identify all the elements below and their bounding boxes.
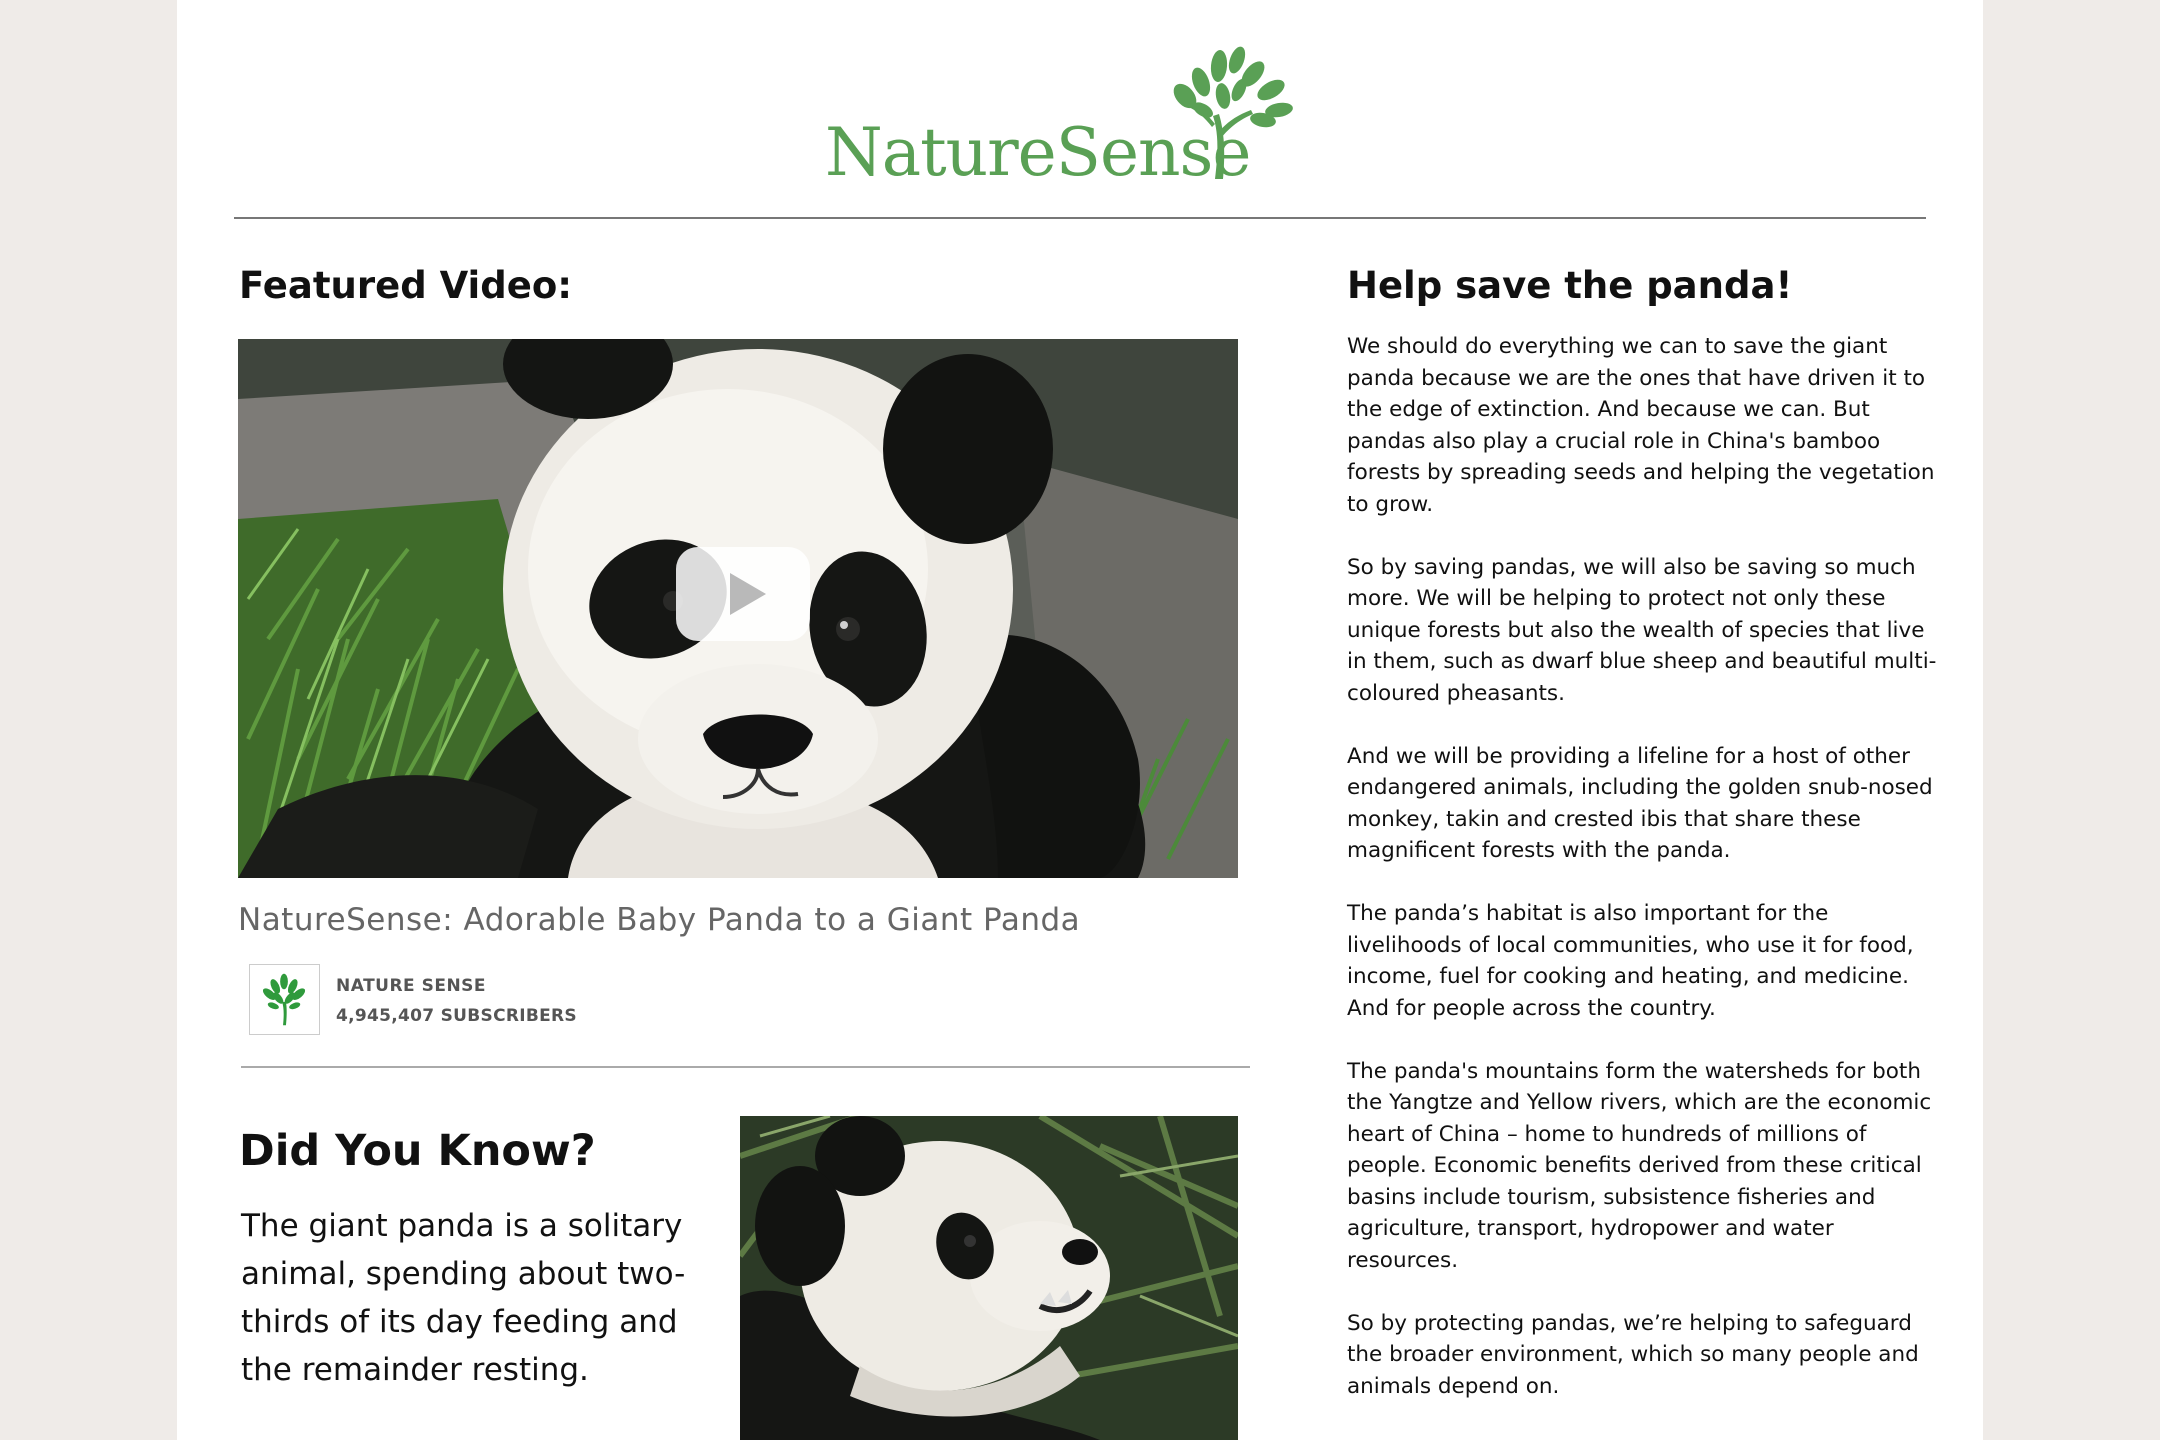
help-save-heading: Help save the panda! <box>1347 264 1793 307</box>
header-divider <box>234 217 1926 219</box>
tree-avatar-icon <box>262 973 306 1026</box>
site-logo[interactable]: NatureSense <box>825 44 1325 194</box>
help-paragraph: And we will be providing a lifeline for … <box>1347 743 1933 864</box>
video-player[interactable] <box>238 339 1238 878</box>
help-paragraph: We should do everything we can to save t… <box>1347 334 1935 517</box>
tree-logo-icon <box>1173 46 1293 179</box>
featured-video-heading: Featured Video: <box>239 264 573 307</box>
panda-photo <box>740 1116 1238 1440</box>
channel-info[interactable]: NATURE SENSE 4,945,407 SUBSCRIBERS <box>249 964 749 1036</box>
help-body: We should do everything we can to save t… <box>1347 331 1947 1434</box>
video-title[interactable]: NatureSense: Adorable Baby Panda to a Gi… <box>238 902 1080 938</box>
avatar[interactable] <box>249 964 320 1035</box>
section-divider <box>241 1066 1250 1068</box>
channel-name[interactable]: NATURE SENSE <box>336 976 486 996</box>
did-you-know-text: The giant panda is a solitary animal, sp… <box>241 1208 686 1388</box>
help-paragraph: The panda's mountains form the watershed… <box>1347 1058 1932 1273</box>
did-you-know-heading: Did You Know? <box>239 1126 596 1176</box>
subscriber-count: 4,945,407 SUBSCRIBERS <box>336 1006 577 1026</box>
help-paragraph: The panda’s habitat is also important fo… <box>1347 901 1914 1021</box>
play-icon[interactable] <box>676 547 810 641</box>
help-paragraph: So by saving pandas, we will also be sav… <box>1347 554 1937 706</box>
help-paragraph: So by protecting pandas, we’re helping t… <box>1347 1310 1919 1399</box>
page: NatureSense Featured Video: NatureSense:… <box>177 0 1983 1440</box>
